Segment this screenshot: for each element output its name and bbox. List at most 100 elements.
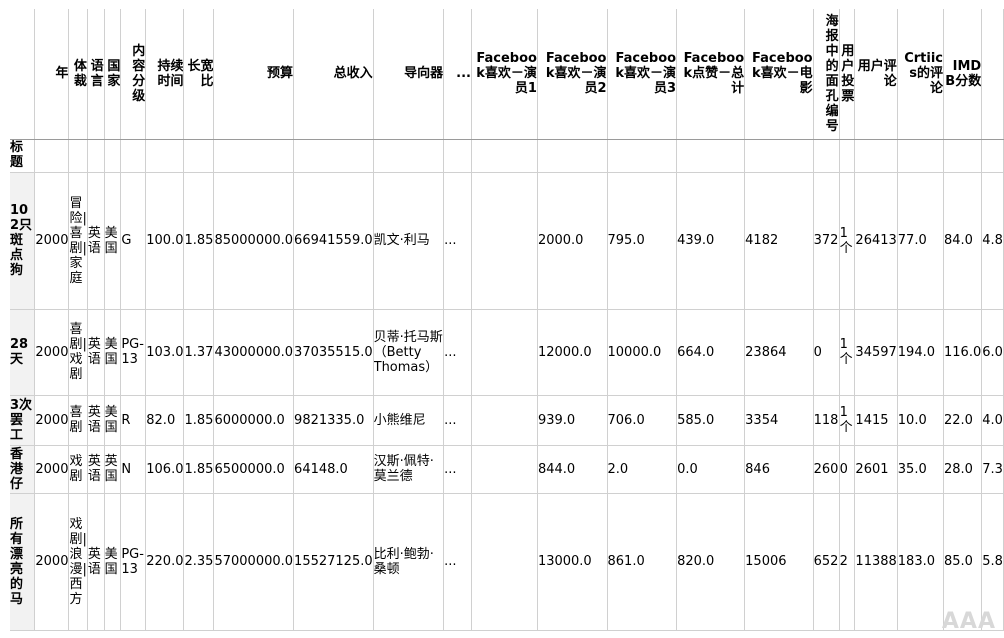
cell: 2000 xyxy=(34,493,70,631)
cell: 85000000.0 xyxy=(213,172,295,310)
cell: 13000.0 xyxy=(537,493,608,631)
cell: 43000000.0 xyxy=(213,309,295,396)
cell: 118 xyxy=(813,395,840,446)
cell: ... xyxy=(443,445,472,494)
cell: 英语 xyxy=(87,493,105,631)
cell xyxy=(471,395,538,446)
cell: 2 xyxy=(839,493,856,631)
cell: 26413 xyxy=(854,172,898,310)
cell: 10000.0 xyxy=(607,309,678,396)
row-title: 香港仔 xyxy=(10,445,36,494)
cell: 1个 xyxy=(839,309,856,396)
cell: 3354 xyxy=(744,395,814,446)
cell: 美国 xyxy=(104,172,122,310)
row-title: 28天 xyxy=(10,309,36,396)
cell: 9821335.0 xyxy=(293,395,374,446)
column-header: 国家 xyxy=(104,9,122,140)
cell: 12000.0 xyxy=(537,309,608,396)
cell: 6500000.0 xyxy=(213,445,295,494)
row-title: 所有漂亮的马 xyxy=(10,493,36,631)
cell xyxy=(471,493,538,631)
cell: 2000 xyxy=(34,172,70,310)
cell: 2.35 xyxy=(183,493,215,631)
cell: ... xyxy=(443,309,472,396)
cell: 6.0 xyxy=(981,309,1004,396)
column-header: Facebook点赞－总计 xyxy=(676,9,746,140)
cell: 183.0 xyxy=(897,493,945,631)
cell: 846 xyxy=(744,445,814,494)
cell: 10.0 xyxy=(897,395,945,446)
cell: 0 xyxy=(813,309,840,396)
cell: 英语 xyxy=(87,309,105,396)
cell: 冒险|喜剧|家庭 xyxy=(68,172,88,310)
column-header: 导向器 xyxy=(373,9,445,140)
cell: 15527125.0 xyxy=(293,493,374,631)
cell: R xyxy=(120,395,147,446)
cell: ... xyxy=(443,172,472,310)
cell: 34597 xyxy=(854,309,898,396)
cell: 4.0 xyxy=(981,395,1004,446)
cell: 84.0 xyxy=(943,172,983,310)
cell: 23864 xyxy=(744,309,814,396)
cell: 37035515.0 xyxy=(293,309,374,396)
column-header: 体裁 xyxy=(68,9,88,140)
cell: 0.0 xyxy=(676,445,746,494)
cell xyxy=(471,172,538,310)
column-header: 预算 xyxy=(213,9,295,140)
index-name: 标题 xyxy=(10,139,36,173)
column-header: ... xyxy=(443,9,472,140)
column-header: 用户投票 xyxy=(839,9,856,140)
cell: 小熊维尼 xyxy=(373,395,445,446)
column-header: 语言 xyxy=(87,9,105,140)
cell: 4.8 xyxy=(981,172,1004,310)
row-title: 3次罢工 xyxy=(10,395,36,446)
cell: 1个 xyxy=(839,395,856,446)
cell: 28.0 xyxy=(943,445,983,494)
column-header: 总收入 xyxy=(293,9,374,140)
cell: 喜剧 xyxy=(68,395,88,446)
index-header-cell xyxy=(10,9,36,140)
cell: 美国 xyxy=(104,309,122,396)
column-header: 用户评论 xyxy=(854,9,898,140)
cell: 35.0 xyxy=(897,445,945,494)
cell: 戏剧|浪漫|西方 xyxy=(68,493,88,631)
cell: 6000000.0 xyxy=(213,395,295,446)
cell: 美国 xyxy=(104,493,122,631)
cell: 795.0 xyxy=(607,172,678,310)
cell: 英语 xyxy=(87,395,105,446)
cell: 15006 xyxy=(744,493,814,631)
cell xyxy=(471,445,538,494)
column-header: Facebook喜欢－演员3 xyxy=(607,9,678,140)
cell: 57000000.0 xyxy=(213,493,295,631)
cell: 372 xyxy=(813,172,840,310)
column-header xyxy=(981,9,1004,140)
cell: 英语 xyxy=(87,172,105,310)
cell: PG-13 xyxy=(120,493,147,631)
cell: 11388 xyxy=(854,493,898,631)
cell: 1个 xyxy=(839,172,856,310)
cell: 260 xyxy=(813,445,840,494)
cell: 77.0 xyxy=(897,172,945,310)
header-row: 年 体裁 语言 国家 内容分级 持续时间 长宽比 预算 总收入 导向器 ... … xyxy=(10,9,1004,140)
column-header: Facebook喜欢－电影 xyxy=(744,9,814,140)
cell: 939.0 xyxy=(537,395,608,446)
cell: 1.85 xyxy=(183,445,215,494)
cell: 100.0 xyxy=(145,172,185,310)
cell: 116.0 xyxy=(943,309,983,396)
cell: 0 xyxy=(839,445,856,494)
cell: 103.0 xyxy=(145,309,185,396)
cell: 194.0 xyxy=(897,309,945,396)
column-header: IMDB分数 xyxy=(943,9,983,140)
cell: 比利·鲍勃·桑顿 xyxy=(373,493,445,631)
cell: PG-13 xyxy=(120,309,147,396)
table-row: 3次罢工 2000 喜剧 英语 美国 R 82.0 1.85 6000000.0… xyxy=(10,395,1004,446)
cell: 664.0 xyxy=(676,309,746,396)
cell: 1.85 xyxy=(183,395,215,446)
column-header: 持续时间 xyxy=(145,9,185,140)
cell: 652 xyxy=(813,493,840,631)
cell: 22.0 xyxy=(943,395,983,446)
cell: 82.0 xyxy=(145,395,185,446)
cell: 439.0 xyxy=(676,172,746,310)
cell: 2000 xyxy=(34,395,70,446)
dataframe-table: 年 体裁 语言 国家 内容分级 持续时间 长宽比 预算 总收入 导向器 ... … xyxy=(10,9,1004,631)
